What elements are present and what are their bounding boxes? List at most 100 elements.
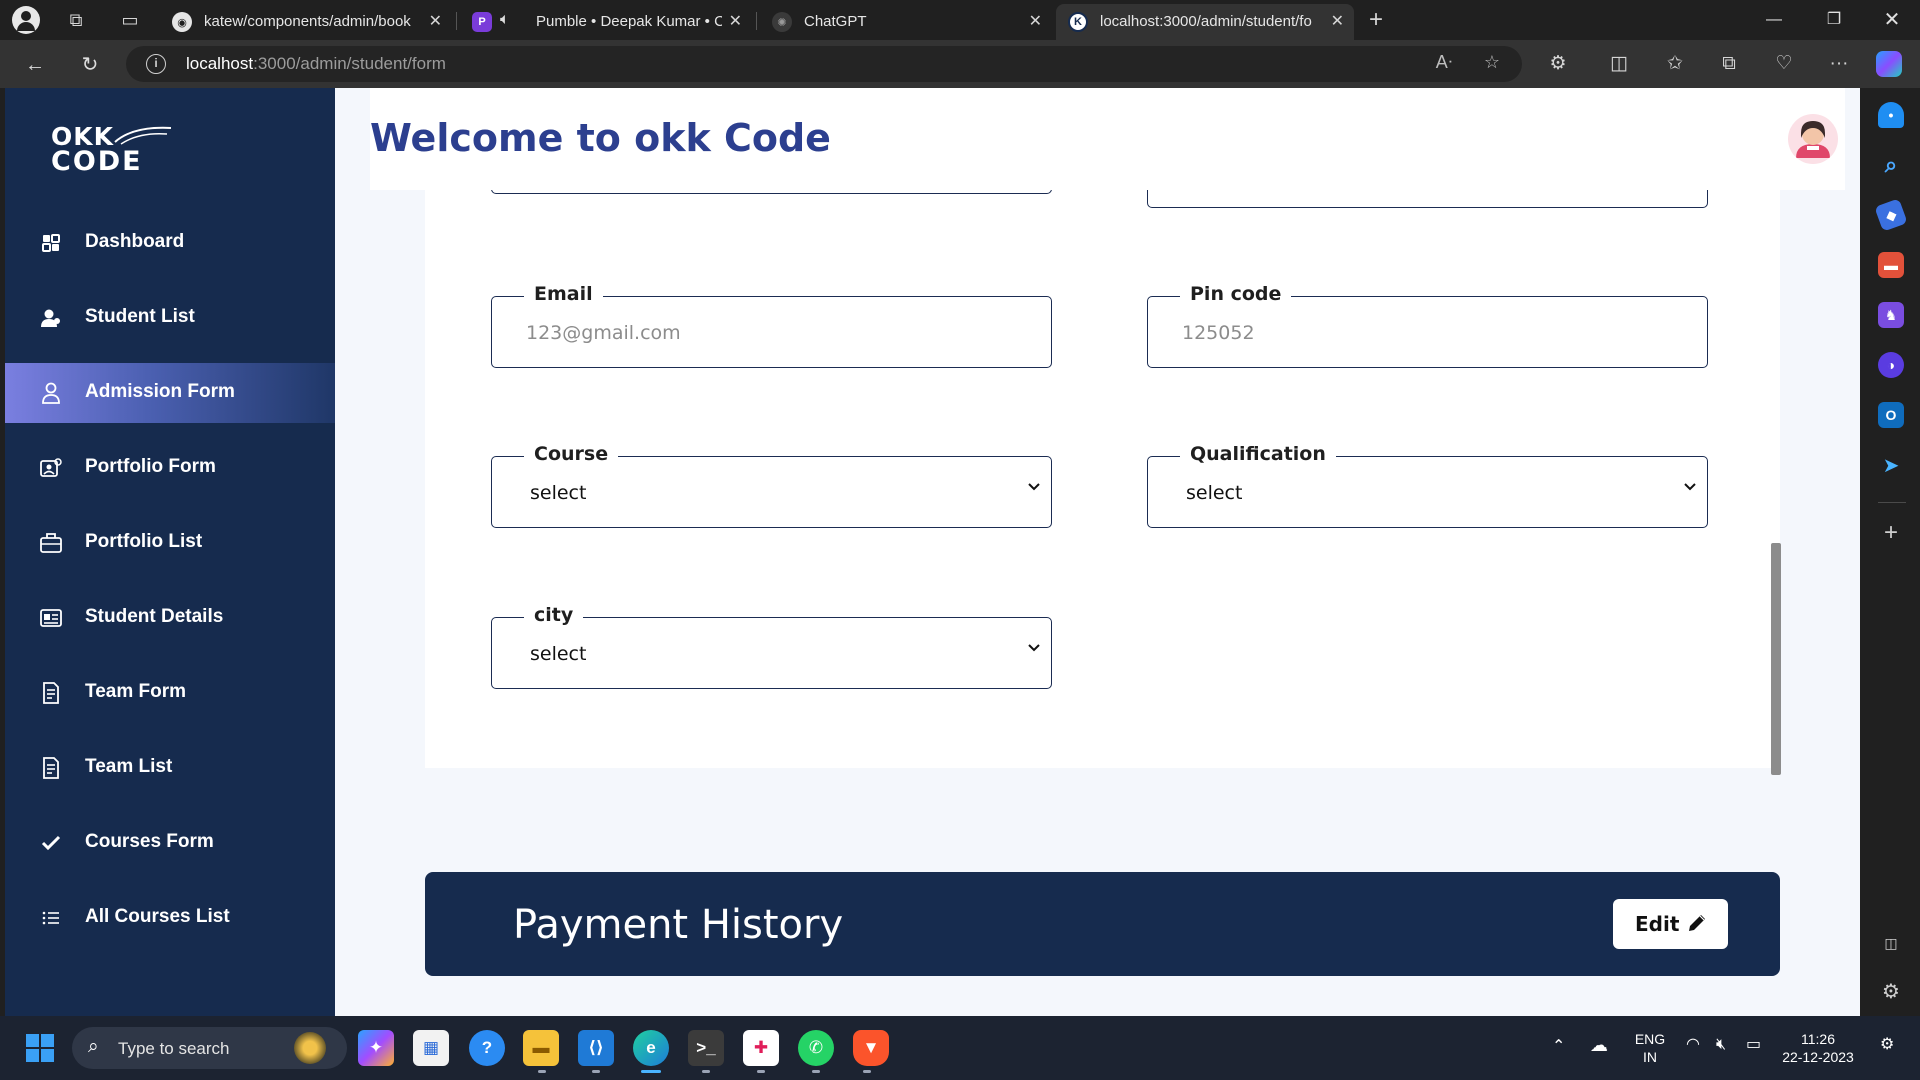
wifi-icon[interactable]: ◠ (1686, 1036, 1700, 1054)
onedrive-cloud-icon[interactable]: ☁ (1590, 1036, 1608, 1054)
site-info-icon[interactable]: i (146, 54, 166, 74)
microsoft-store-icon[interactable]: ▦ (413, 1030, 449, 1066)
read-aloud-icon[interactable]: Aᐧ (1430, 52, 1458, 76)
sidebar-item-team-form[interactable]: Team Form (5, 663, 335, 723)
avatar[interactable] (1788, 114, 1838, 164)
extensions-icon[interactable]: ⚙ (1543, 50, 1573, 78)
hide-sidebar-icon[interactable]: ◫ (1878, 930, 1904, 956)
city-select[interactable]: city select (491, 604, 1052, 689)
city-label: city (524, 604, 584, 626)
split-screen-icon[interactable]: ◫ (1604, 50, 1634, 78)
page-scrollbar[interactable] (1771, 543, 1781, 775)
sidebar-item-dashboard[interactable]: Dashboard (5, 213, 335, 273)
terminal-icon[interactable]: >_ (688, 1030, 724, 1066)
search-icon[interactable]: ⌕ (1878, 152, 1904, 178)
admission-form-card: Email 123@gmail.com Pin code 125052 Cour… (425, 170, 1780, 768)
tray-chevron-up-icon[interactable]: ⌃ (1552, 1038, 1565, 1056)
url-host: localhost (186, 54, 254, 73)
close-icon[interactable]: ✕ (729, 11, 742, 31)
chevron-down-icon (1683, 479, 1697, 497)
sidebar-item-team-list[interactable]: Team List (5, 738, 335, 798)
minimize-icon[interactable]: — (1744, 0, 1804, 40)
tools-briefcase-icon[interactable]: ▬ (1878, 252, 1904, 278)
sidebar-item-label: Team List (85, 756, 173, 777)
favorite-star-icon[interactable]: ☆ (1478, 52, 1506, 76)
file-explorer-icon[interactable]: ▬ (523, 1030, 559, 1066)
close-icon[interactable]: ✕ (1029, 11, 1042, 31)
more-options-icon[interactable]: ··· (1824, 50, 1854, 78)
copilot-taskbar-icon[interactable]: ✦ (358, 1030, 394, 1066)
battery-icon[interactable]: ▭ (1746, 1036, 1761, 1054)
brave-icon[interactable]: ▼ (853, 1030, 889, 1066)
performance-icon[interactable]: ♡ (1769, 50, 1799, 78)
tab-title: katew/components/admin/book (204, 13, 411, 30)
windows-start-icon[interactable] (22, 1030, 58, 1066)
favorites-icon[interactable]: ✩ (1660, 50, 1690, 78)
tab-localhost[interactable]: K localhost:3000/admin/student/fo ✕ (1056, 4, 1354, 40)
collections-icon[interactable]: ⧉ (1714, 50, 1744, 78)
add-icon[interactable]: + (1878, 519, 1904, 546)
sidebar-item-label: Student List (85, 306, 195, 327)
okk-code-logo[interactable]: OKK CODE (51, 122, 172, 177)
new-tab-icon[interactable]: + (1362, 6, 1390, 34)
sidebar-item-courses-form[interactable]: Courses Form (5, 813, 335, 873)
tab-pumble[interactable]: P 🔈︎ Pumble • Deepak Kumar • C ✕ (460, 4, 752, 40)
window-close-icon[interactable]: ✕ (1862, 0, 1920, 40)
clock[interactable]: 11:26 22-12-2023 (1778, 1030, 1858, 1066)
page: OKK CODE Dashboard Student List Admissio… (5, 88, 1860, 1016)
users-icon (39, 306, 63, 330)
sidebar-item-student-details[interactable]: Student Details (5, 588, 335, 648)
profile-icon[interactable] (12, 6, 40, 34)
url-text[interactable]: localhost:3000/admin/student/form (186, 54, 446, 74)
qualification-select[interactable]: Qualification select (1147, 443, 1708, 528)
notification-bell-icon[interactable]: • (1878, 102, 1904, 128)
tab-github[interactable]: ◉ katew/components/admin/book ✕ (160, 4, 452, 40)
settings-gear-icon[interactable]: ⚙ (1878, 978, 1904, 1004)
address-toolbar: ← ↻ i localhost:3000/admin/student/form … (0, 40, 1920, 88)
whatsapp-icon[interactable]: ✆ (798, 1030, 834, 1066)
edit-button[interactable]: Edit (1613, 899, 1728, 949)
shopping-tag-icon[interactable]: ◆ (1874, 198, 1908, 232)
language-indicator[interactable]: ENG IN (1630, 1030, 1670, 1066)
sidebar-divider (1878, 502, 1906, 503)
pincode-field[interactable]: Pin code 125052 (1147, 283, 1708, 368)
refresh-icon[interactable]: ↻ (75, 50, 105, 80)
id-card-icon (39, 456, 63, 480)
sidebar-item-portfolio-list[interactable]: Portfolio List (5, 513, 335, 573)
help-icon[interactable]: ? (469, 1030, 505, 1066)
sidebar-item-student-list[interactable]: Student List (5, 288, 335, 348)
region-code: IN (1643, 1049, 1657, 1065)
restore-icon[interactable]: ❐ (1804, 0, 1864, 40)
slack-icon[interactable]: ✚ (743, 1030, 779, 1066)
sidebar-item-label: All Courses List (85, 906, 230, 927)
document-icon (39, 681, 63, 705)
sidebar-item-label: Dashboard (85, 231, 185, 252)
sidebar-item-portfolio-form[interactable]: Portfolio Form (5, 438, 335, 498)
email-field[interactable]: Email 123@gmail.com (491, 283, 1052, 368)
app-sidebar: OKK CODE Dashboard Student List Admissio… (5, 88, 335, 1016)
copilot-sidebar-icon[interactable]: ◑ (1878, 352, 1904, 378)
notification-icon[interactable]: ⚙ (1880, 1036, 1894, 1054)
course-select[interactable]: Course select (491, 443, 1052, 528)
taskbar-search[interactable]: ⌕ Type to search (72, 1027, 347, 1069)
outlook-icon[interactable]: O (1878, 402, 1904, 428)
close-icon[interactable]: ✕ (1331, 11, 1344, 31)
sidebar-item-all-courses-list[interactable]: All Courses List (5, 888, 335, 948)
briefcase-icon (39, 531, 63, 555)
volume-muted-icon[interactable]: 🔇︎ (1716, 1036, 1726, 1054)
games-icon[interactable]: ♞ (1878, 302, 1904, 328)
telegram-icon[interactable]: ➤ (1878, 452, 1904, 478)
edge-browser-icon[interactable]: e (633, 1030, 669, 1066)
qualification-label: Qualification (1180, 443, 1336, 465)
chevron-down-icon (1027, 479, 1041, 497)
vscode-icon[interactable]: ⟨⟩ (578, 1030, 614, 1066)
workspaces-icon[interactable]: ⧉ (62, 6, 90, 34)
speaker-icon[interactable]: 🔈︎ (500, 11, 510, 29)
close-icon[interactable]: ✕ (429, 11, 442, 31)
tab-chatgpt[interactable]: ✺ ChatGPT ✕ (760, 4, 1052, 40)
address-bar[interactable]: i localhost:3000/admin/student/form Aᐧ ☆ (126, 46, 1522, 82)
tab-actions-icon[interactable]: ▭ (116, 6, 144, 34)
sidebar-item-admission-form[interactable]: Admission Form (5, 363, 335, 423)
copilot-icon[interactable] (1876, 50, 1906, 78)
back-icon[interactable]: ← (20, 50, 50, 80)
